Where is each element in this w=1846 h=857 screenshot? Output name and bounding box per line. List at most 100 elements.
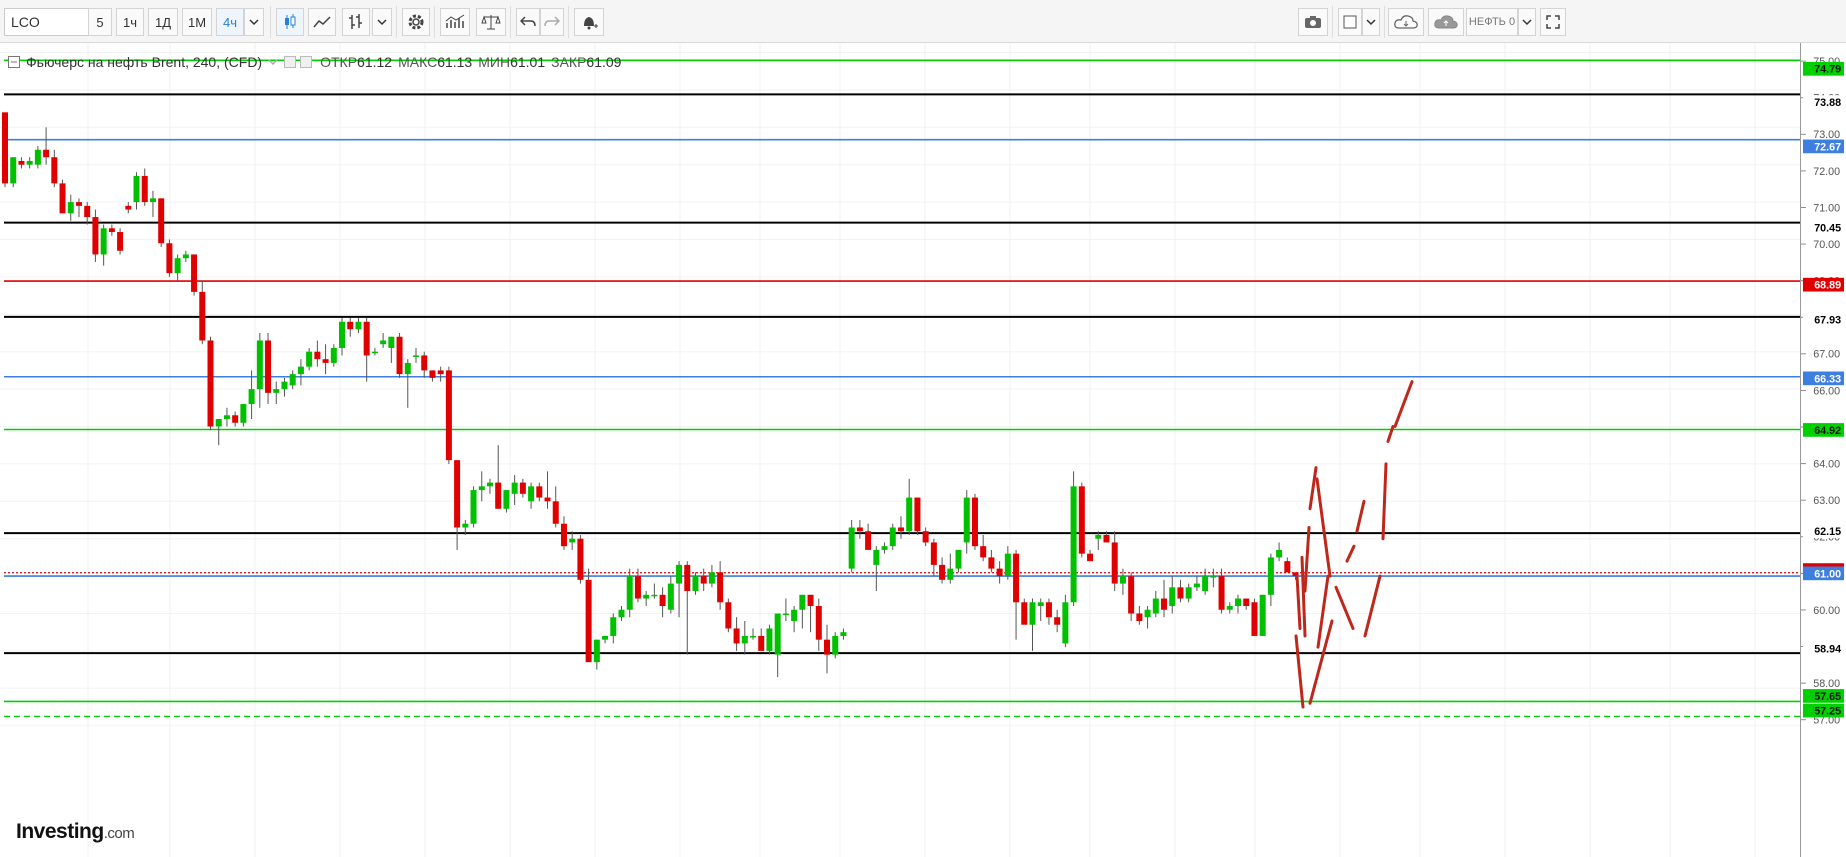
indicators-button[interactable] [440, 8, 470, 36]
candle-body [495, 482, 502, 509]
candle-body [371, 351, 378, 354]
candle [717, 561, 724, 610]
chart-grid [0, 43, 1800, 857]
candle-body [223, 415, 230, 420]
level-label: 68.89 [1802, 277, 1845, 292]
fullscreen-icon [1546, 15, 1560, 29]
interval-1m[interactable]: 1М [182, 8, 212, 36]
candle-body [273, 389, 280, 393]
symbol-input[interactable]: LCO [4, 8, 100, 36]
bars-button[interactable] [342, 8, 370, 36]
candle [182, 250, 189, 262]
fullscreen-button[interactable] [1540, 8, 1566, 36]
projection-stroke [1334, 585, 1355, 630]
candle-body [503, 490, 510, 509]
undo-button[interactable] [516, 8, 540, 36]
candle-body [881, 546, 888, 550]
candle [454, 460, 461, 550]
level-label-text: 66.33 [1814, 373, 1841, 385]
chevron-down-icon[interactable] [268, 58, 278, 66]
snapshot-button[interactable] [1298, 8, 1328, 36]
interval-1d[interactable]: 1Д [148, 8, 178, 36]
template-dropdown[interactable] [1518, 8, 1536, 36]
candle-body [1078, 486, 1085, 554]
candle [544, 471, 551, 509]
candle [486, 478, 493, 494]
candle [59, 179, 66, 214]
level-label-text: 61.00 [1814, 568, 1841, 580]
candle-body [437, 370, 444, 375]
candle-body [1136, 613, 1143, 621]
line-chart-button[interactable] [308, 8, 336, 36]
price-chart[interactable] [0, 43, 1800, 857]
tick-label: 71.00 [1813, 202, 1840, 214]
candle [51, 149, 58, 188]
candle-body [462, 523, 469, 528]
candle [1111, 531, 1118, 592]
collapse-icon[interactable] [8, 56, 20, 68]
scales-icon [481, 15, 501, 30]
candle [1037, 598, 1044, 621]
camera-icon [1305, 16, 1321, 28]
candle-body [1177, 587, 1184, 599]
interval-1h[interactable]: 1ч [116, 8, 144, 36]
price-axis[interactable]: 75.0074.0073.0072.0071.0070.0069.0068.00… [1800, 43, 1846, 857]
candle [865, 523, 872, 550]
chevron-down-icon [1522, 19, 1532, 26]
candle [289, 370, 296, 390]
layout-dropdown[interactable] [1362, 8, 1380, 36]
settings-button[interactable] [402, 8, 430, 36]
cloud-save-button[interactable] [1428, 8, 1464, 36]
interval-5[interactable]: 5 [88, 8, 112, 36]
level-label-text: 68.89 [1814, 280, 1841, 292]
template-button[interactable]: НЕФТЬ 0 [1466, 8, 1518, 36]
candle-body [717, 572, 724, 603]
candle-body [182, 254, 189, 259]
candle-body [207, 340, 214, 427]
candle-body [914, 497, 921, 532]
candle-body [511, 482, 518, 494]
level-label: 62.15 [1802, 524, 1845, 538]
candle-body [289, 374, 296, 386]
candles-button[interactable] [276, 8, 304, 36]
candle [1259, 594, 1266, 636]
candle [256, 333, 263, 408]
candle [856, 520, 863, 539]
alert-bell-icon [584, 17, 598, 30]
candle [1284, 557, 1291, 573]
chart-type-dropdown[interactable] [372, 8, 392, 36]
indicators-icon [445, 14, 465, 28]
candle-body [199, 291, 206, 341]
level-label: 66.33 [1802, 371, 1845, 385]
candle-body [248, 389, 255, 405]
layout-button[interactable] [1338, 8, 1362, 36]
candle [314, 340, 321, 367]
alert-button[interactable] [574, 8, 604, 36]
redo-button[interactable] [540, 8, 564, 36]
candle [651, 583, 658, 599]
candle-body [1235, 598, 1241, 607]
candle-body [1267, 557, 1274, 595]
candle-body [297, 366, 304, 375]
candle [996, 561, 1003, 584]
candle [413, 347, 419, 363]
candle-body [1210, 576, 1217, 578]
candle-body [536, 486, 543, 498]
cloud-load-button[interactable] [1388, 8, 1424, 36]
level-label-text: 74.79 [1814, 64, 1841, 76]
compare-button[interactable] [476, 8, 506, 36]
candles-icon [285, 14, 296, 29]
candle-body [166, 243, 173, 274]
interval-dropdown[interactable] [244, 8, 264, 36]
candle [725, 598, 732, 633]
candle [774, 613, 781, 678]
projection-stroke [1355, 499, 1366, 533]
candle-body [149, 198, 156, 203]
candle [1013, 549, 1020, 640]
candle-body [1062, 602, 1069, 644]
legend-options-icon[interactable] [284, 56, 314, 68]
candle-body [610, 617, 617, 636]
interval-4h[interactable]: 4ч [216, 8, 244, 36]
candle-body [618, 609, 625, 618]
low-value: МИН61.01 [478, 54, 546, 70]
